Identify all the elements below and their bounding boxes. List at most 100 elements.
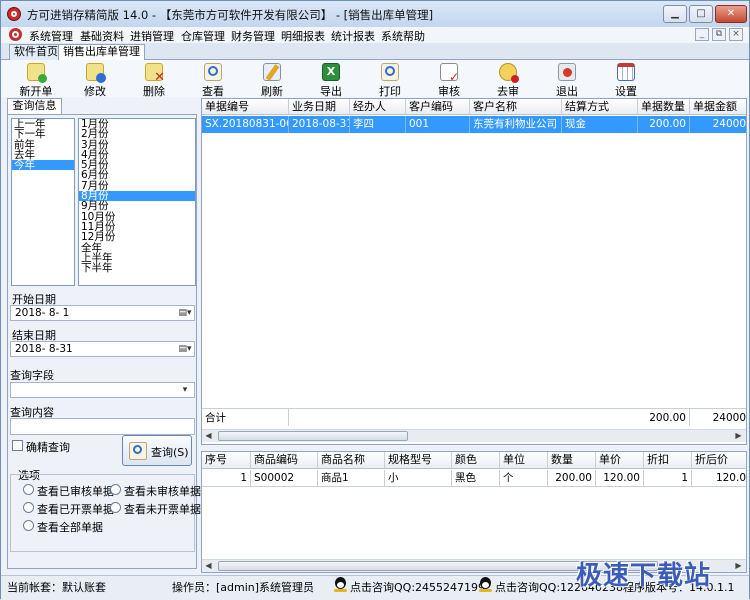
app-logo-icon: [7, 7, 21, 21]
qq-consult-1[interactable]: 点击咨询QQ:2455247199: [350, 579, 485, 595]
year-list[interactable]: 上一年 下一年 前年 去年 今年: [11, 118, 75, 286]
col-settlement[interactable]: 结算方式: [562, 99, 638, 115]
all-radio[interactable]: [23, 520, 34, 531]
exit-button[interactable]: 退出: [542, 62, 592, 98]
document-tabs: 软件首页 销售出库单管理: [1, 43, 749, 61]
col-product-code[interactable]: 商品编码: [251, 452, 318, 468]
col-discount[interactable]: 折扣: [644, 452, 692, 468]
col-customer-name[interactable]: 客户名称: [470, 99, 562, 115]
unapprove-button[interactable]: 去审: [483, 62, 533, 98]
scroll-left-icon[interactable]: ◀: [202, 560, 215, 572]
mdi-minimize-button[interactable]: _: [695, 28, 709, 41]
mdi-app-icon[interactable]: [9, 28, 22, 41]
query-info-tab[interactable]: 查询信息: [7, 98, 62, 114]
close-button[interactable]: ✕: [715, 5, 747, 23]
export-button[interactable]: X 导出: [306, 62, 356, 98]
col-product-name[interactable]: 商品名称: [318, 452, 385, 468]
col-biz-date[interactable]: 业务日期: [289, 99, 350, 115]
toolbar: 新开单 修改 ✕ 删除 查看 刷新 X 导出 打印 ✓ 审核 去审 退出 设置: [1, 60, 749, 98]
col-unit[interactable]: 单位: [500, 452, 548, 468]
calendar-dropdown-icon[interactable]: ▤▾: [178, 344, 192, 354]
qq-penguin-icon[interactable]: [334, 577, 347, 593]
query-content-input[interactable]: [10, 418, 195, 435]
col-color[interactable]: 颜色: [452, 452, 500, 468]
table-row[interactable]: SX.20180831-00001 2018-08-31 李四 001 东莞有利…: [202, 116, 746, 133]
orders-header: 单据编号 业务日期 经办人 客户编码 客户名称 结算方式 单据数量 单据金额: [202, 99, 746, 115]
total-amount: 24000: [690, 409, 746, 426]
cell-settlement: 现金: [562, 116, 638, 133]
col-seq[interactable]: 序号: [202, 452, 251, 468]
menu-system[interactable]: 系统管理: [29, 28, 73, 44]
year-option[interactable]: 今年: [12, 160, 74, 171]
invoiced-radio[interactable]: [23, 502, 34, 513]
cell-discount: 1: [644, 470, 692, 487]
col-price[interactable]: 单价: [596, 452, 644, 468]
end-date-field[interactable]: 2018- 8-31 ▤▾: [10, 341, 195, 357]
delete-button[interactable]: ✕ 删除: [129, 62, 179, 98]
settings-grid-icon: [617, 63, 635, 81]
col-qty[interactable]: 数量: [548, 452, 596, 468]
exit-label: 退出: [556, 85, 578, 98]
end-date-value: 2018- 8-31: [15, 343, 73, 355]
mdi-close-button[interactable]: ×: [729, 28, 743, 41]
cell-customer-code: 001: [406, 116, 470, 133]
new-order-button[interactable]: 新开单: [11, 62, 61, 98]
exact-query-checkbox[interactable]: [12, 440, 23, 451]
app-window: 方可进销存精简版 14.0 - 【东莞市方可软件开发有限公司】 - [销售出库单…: [0, 0, 750, 600]
uninvoiced-radio[interactable]: [110, 502, 121, 513]
title-bar: 方可进销存精简版 14.0 - 【东莞市方可软件开发有限公司】 - [销售出库单…: [1, 1, 749, 27]
cell-color: 黑色: [452, 470, 500, 487]
detail-header: 序号 商品编码 商品名称 规格型号 颜色 单位 数量 单价 折扣 折后价: [202, 452, 746, 469]
month-option[interactable]: 下半年: [79, 263, 195, 274]
menu-warehouse[interactable]: 仓库管理: [181, 28, 225, 44]
start-date-field[interactable]: 2018- 8- 1 ▤▾: [10, 305, 195, 321]
maximize-button[interactable]: □: [689, 5, 713, 23]
exact-query-label: 确精查询: [26, 441, 70, 454]
refresh-label: 刷新: [261, 85, 283, 98]
qq-penguin-icon[interactable]: [479, 577, 492, 593]
cell-product-code: S00002: [251, 470, 318, 487]
print-button[interactable]: 打印: [365, 62, 415, 98]
menu-help[interactable]: 系统帮助: [381, 28, 425, 44]
edit-button[interactable]: 修改: [70, 62, 120, 98]
menu-finance[interactable]: 财务管理: [231, 28, 275, 44]
query-field-label: 查询字段: [10, 369, 54, 382]
table-row[interactable]: 1 S00002 商品1 小 黑色 个 200.00 120.00 1 120.…: [202, 470, 746, 487]
scroll-left-icon[interactable]: ◀: [202, 430, 215, 442]
orders-hscrollbar[interactable]: ◀ ▶: [202, 429, 746, 442]
scroll-right-icon[interactable]: ▶: [732, 560, 745, 572]
menu-stat-report[interactable]: 统计报表: [331, 28, 375, 44]
scroll-thumb[interactable]: [218, 431, 408, 441]
approved-radio[interactable]: [23, 484, 34, 495]
unapprove-icon: [499, 63, 519, 83]
col-doc-no[interactable]: 单据编号: [202, 99, 289, 115]
minimize-button[interactable]: ▁: [663, 5, 687, 23]
query-button[interactable]: 查询(S): [122, 435, 192, 466]
col-handler[interactable]: 经办人: [350, 99, 406, 115]
col-discounted-price[interactable]: 折后价: [692, 452, 746, 468]
view-button[interactable]: 查看: [188, 62, 238, 98]
tab-sales-outbound[interactable]: 销售出库单管理: [58, 44, 145, 61]
scroll-right-icon[interactable]: ▶: [732, 430, 745, 442]
menu-detail-report[interactable]: 明细报表: [281, 28, 325, 44]
menu-purchase-sales[interactable]: 进销管理: [130, 28, 174, 44]
print-label: 打印: [379, 85, 401, 98]
menu-basic-data[interactable]: 基础资料: [80, 28, 124, 44]
settings-button[interactable]: 设置: [601, 62, 651, 98]
col-doc-qty[interactable]: 单据数量: [638, 99, 690, 115]
col-customer-code[interactable]: 客户编码: [406, 99, 470, 115]
refresh-button[interactable]: 刷新: [247, 62, 297, 98]
approve-button[interactable]: ✓ 审核: [424, 62, 474, 98]
all-label: 查看全部单据: [37, 521, 103, 534]
month-list[interactable]: 1月份 2月份 3月份 4月份 5月份 6月份 7月份 8月份 9月份 10月份 11月份 12月份全…: [78, 118, 196, 286]
chevron-down-icon[interactable]: ▾: [178, 385, 192, 395]
edit-icon: [86, 63, 106, 83]
col-doc-amount[interactable]: 单据金额: [690, 99, 746, 115]
mdi-restore-button[interactable]: ⧉: [712, 28, 726, 41]
cell-product-name: 商品1: [318, 470, 385, 487]
col-spec[interactable]: 规格型号: [385, 452, 452, 468]
calendar-dropdown-icon[interactable]: ▤▾: [178, 308, 192, 318]
query-field-select[interactable]: ▾: [10, 382, 195, 398]
unapproved-radio[interactable]: [110, 484, 121, 495]
tab-home[interactable]: 软件首页: [9, 44, 63, 60]
